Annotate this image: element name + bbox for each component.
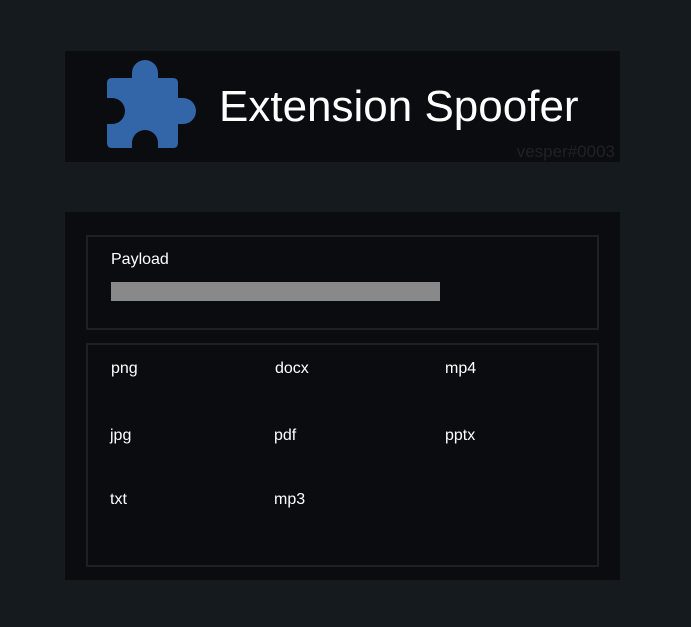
puzzle-piece-icon xyxy=(107,60,196,148)
extension-options: png docx mp4 jpg pdf pptx txt mp3 xyxy=(86,343,599,567)
extension-option-png[interactable]: png xyxy=(111,359,138,379)
extension-option-pdf[interactable]: pdf xyxy=(274,426,296,446)
payload-label: Payload xyxy=(111,251,169,268)
extension-option-mp4[interactable]: mp4 xyxy=(445,359,476,379)
extension-option-jpg[interactable]: jpg xyxy=(110,426,131,446)
author-watermark: vesper#0003 xyxy=(516,142,615,161)
extension-option-docx[interactable]: docx xyxy=(275,359,309,379)
extension-option-txt[interactable]: txt xyxy=(110,490,127,510)
payload-section: Payload xyxy=(86,235,599,330)
extension-option-mp3[interactable]: mp3 xyxy=(274,490,305,510)
extension-option-pptx[interactable]: pptx xyxy=(445,426,475,446)
app-title: Extension Spoofer xyxy=(219,82,579,131)
app-header: Extension Spoofer vesper#0003 xyxy=(65,51,620,162)
main-panel: Payload png docx mp4 jpg pdf pptx txt mp… xyxy=(65,212,620,580)
payload-input[interactable] xyxy=(111,282,440,301)
